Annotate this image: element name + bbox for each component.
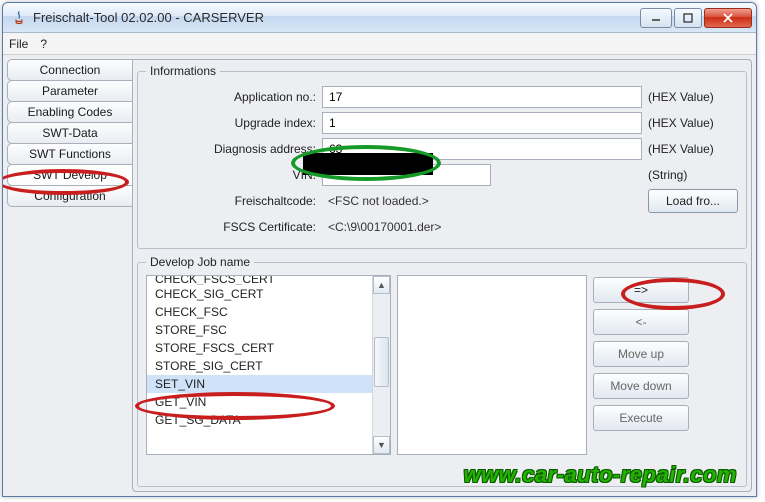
list-item[interactable]: STORE_FSCS_CERT xyxy=(147,339,372,357)
suffix-vin: (String) xyxy=(648,168,738,182)
label-diagnosis-address: Diagnosis address: xyxy=(146,142,316,156)
row-freischaltcode: Freischaltcode: <FSC not loaded.> Load f… xyxy=(146,188,738,214)
scroll-thumb[interactable] xyxy=(374,337,389,387)
menubar: File ? xyxy=(3,33,756,55)
scroll-track[interactable] xyxy=(373,294,390,436)
row-diagnosis-address: Diagnosis address: (HEX Value) xyxy=(146,136,738,162)
input-upgrade-index[interactable] xyxy=(322,112,642,134)
tab-swt-functions[interactable]: SWT Functions xyxy=(7,143,132,165)
remove-job-button[interactable]: <- xyxy=(593,309,689,335)
label-upgrade-index: Upgrade index: xyxy=(146,116,316,130)
execute-button[interactable]: Execute xyxy=(593,405,689,431)
list-item[interactable]: GET_VIN xyxy=(147,393,372,411)
informations-legend: Informations xyxy=(146,64,220,78)
java-icon xyxy=(11,10,27,26)
move-down-button[interactable]: Move down xyxy=(593,373,689,399)
tab-swt-data[interactable]: SWT-Data xyxy=(7,122,132,144)
menu-help[interactable]: ? xyxy=(40,37,47,51)
side-tabs: Connection Parameter Enabling Codes SWT-… xyxy=(7,59,132,492)
label-application-no: Application no.: xyxy=(146,90,316,104)
suffix-upgrade-index: (HEX Value) xyxy=(648,116,738,130)
scroll-down-button[interactable]: ▼ xyxy=(373,436,390,454)
row-application-no: Application no.: (HEX Value) xyxy=(146,84,738,110)
job-buttons: => <- Move up Move down Execute xyxy=(593,275,689,455)
main-panel: Informations Application no.: (HEX Value… xyxy=(132,59,752,492)
list-item-selected[interactable]: SET_VIN xyxy=(147,375,372,393)
scroll-up-button[interactable]: ▲ xyxy=(373,276,390,294)
label-freischaltcode: Freischaltcode: xyxy=(146,194,316,208)
close-button[interactable] xyxy=(704,8,752,28)
app-window: Freischalt-Tool 02.02.00 - CARSERVER Fil… xyxy=(2,2,757,497)
row-upgrade-index: Upgrade index: (HEX Value) xyxy=(146,110,738,136)
tab-enabling-codes[interactable]: Enabling Codes xyxy=(7,101,132,123)
job-target-listbox[interactable] xyxy=(397,275,587,455)
list-item[interactable]: CHECK_SIG_CERT xyxy=(147,285,372,303)
tab-connection[interactable]: Connection xyxy=(7,59,132,81)
content-area: Connection Parameter Enabling Codes SWT-… xyxy=(3,55,756,496)
list-item[interactable]: STORE_SIG_CERT xyxy=(147,357,372,375)
move-up-button[interactable]: Move up xyxy=(593,341,689,367)
add-job-button[interactable]: => xyxy=(593,277,689,303)
vin-redaction xyxy=(303,153,433,175)
develop-body: CHECK_FSCS_CERT CHECK_SIG_CERT CHECK_FSC… xyxy=(146,275,738,455)
menu-file[interactable]: File xyxy=(9,37,28,51)
input-application-no[interactable] xyxy=(322,86,642,108)
titlebar: Freischalt-Tool 02.02.00 - CARSERVER xyxy=(3,3,756,33)
row-fscs-certificate: FSCS Certificate: <C:\9\00170001.der> xyxy=(146,214,738,240)
job-source-listbox[interactable]: CHECK_FSCS_CERT CHECK_SIG_CERT CHECK_FSC… xyxy=(146,275,391,455)
list-item[interactable]: CHECK_FSCS_CERT xyxy=(147,276,372,285)
list-item[interactable]: GET_SG_DATA xyxy=(147,411,372,429)
maximize-button[interactable] xyxy=(674,8,702,28)
value-freischaltcode: <FSC not loaded.> xyxy=(322,194,642,208)
job-source-list: CHECK_FSCS_CERT CHECK_SIG_CERT CHECK_FSC… xyxy=(147,276,372,454)
window-controls xyxy=(640,8,752,28)
informations-group: Informations Application no.: (HEX Value… xyxy=(137,64,747,249)
list-item[interactable]: STORE_FSC xyxy=(147,321,372,339)
scrollbar[interactable]: ▲ ▼ xyxy=(372,276,390,454)
value-fscs-certificate: <C:\9\00170001.der> xyxy=(322,220,642,234)
develop-job-legend: Develop Job name xyxy=(146,255,254,269)
row-vin: VIN: (String) xyxy=(146,162,738,188)
develop-job-group: Develop Job name CHECK_FSCS_CERT CHECK_S… xyxy=(137,255,747,487)
label-fscs-certificate: FSCS Certificate: xyxy=(146,220,316,234)
suffix-diagnosis-address: (HEX Value) xyxy=(648,142,738,156)
tab-swt-develop[interactable]: SWT Develop xyxy=(7,164,132,186)
list-item[interactable]: CHECK_FSC xyxy=(147,303,372,321)
label-vin: VIN: xyxy=(146,168,316,182)
load-from-button[interactable]: Load fro... xyxy=(648,189,738,213)
tab-configuration[interactable]: Configuration xyxy=(7,185,132,207)
minimize-button[interactable] xyxy=(640,8,672,28)
tab-parameter[interactable]: Parameter xyxy=(7,80,132,102)
suffix-application-no: (HEX Value) xyxy=(648,90,738,104)
window-title: Freischalt-Tool 02.02.00 - CARSERVER xyxy=(33,10,640,25)
